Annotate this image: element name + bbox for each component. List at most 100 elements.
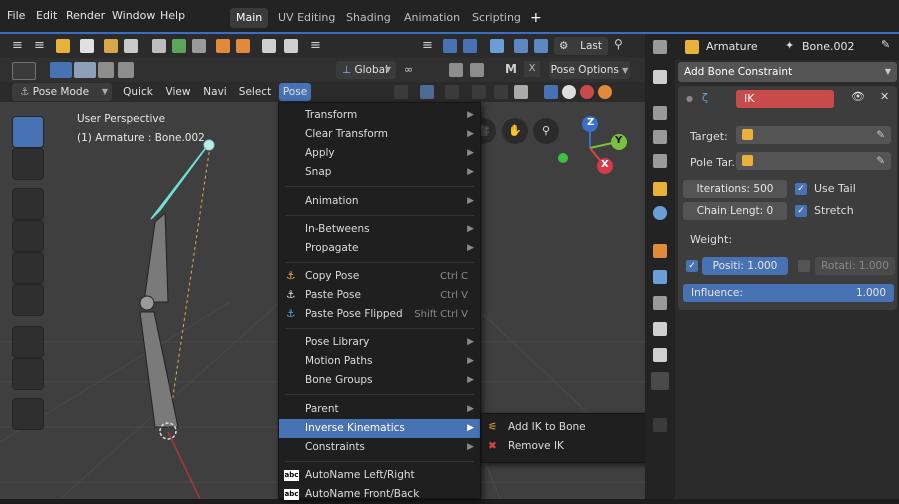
menu-select[interactable]: Select [234,83,276,101]
menu-item-constraints[interactable]: Constraints ▶ [279,438,480,457]
chain-length-field[interactable]: Chain Lengt: 0 [683,202,787,220]
eye-icon[interactable]: 👁 [851,90,865,103]
rendered-shading-icon[interactable] [580,85,594,99]
viewport-options-icon[interactable] [494,85,508,99]
add-bone-constraint-dropdown[interactable]: Add Bone Constraint ▼ [678,62,897,82]
menu-pose[interactable]: Pose [279,83,311,101]
bone-joint[interactable] [139,295,155,311]
constraint-tab-icon[interactable] [653,296,667,310]
pole-target-field[interactable]: ✎ [736,152,891,170]
data-tab-icon[interactable] [653,418,667,432]
select-box-icon[interactable] [12,62,36,80]
menu-item-pose-library[interactable]: Pose Library ▶ [279,333,480,352]
undo-icon[interactable] [216,39,230,53]
menu-item-snap[interactable]: Snap ▶ [279,163,480,182]
target-field[interactable]: ✎ [736,126,891,144]
tab-shading[interactable]: Shading [340,8,397,28]
relax-tool-icon[interactable] [12,398,44,430]
menu-item-copy-pose[interactable]: ⚓ Copy Pose Ctrl C [279,267,480,286]
view-layer-tab-icon[interactable] [653,154,667,168]
add-workspace-button[interactable]: + [524,8,548,28]
redo-icon[interactable] [236,39,250,53]
shading-options-icon[interactable] [598,85,612,99]
snap-target-icon[interactable] [470,63,484,77]
pose-options-dropdown[interactable]: Pose Options ▼ [549,61,630,79]
menu-item-animation[interactable]: Animation ▶ [279,192,480,211]
menu-view[interactable]: View [160,83,196,101]
pivot-point-icon[interactable]: ∞ [404,63,413,76]
export-icon[interactable] [192,39,206,53]
constraint-name-field[interactable]: IK [736,90,834,108]
mode-selector[interactable]: ⚓ Pose Mode ▼ [12,83,112,101]
bone-tip-handle[interactable] [203,139,215,151]
rotate-tool-icon[interactable] [12,220,44,252]
select-mode-icon[interactable] [50,62,72,78]
image-icon[interactable] [262,39,276,53]
menu-item-autoname-fb[interactable]: abc AutoName Front/Back [279,485,480,504]
menu-item-parent[interactable]: Parent ▶ [279,400,480,419]
close-icon[interactable]: ✕ [880,90,889,103]
transform-tool-icon[interactable] [12,284,44,316]
menu-quick[interactable]: Quick [118,83,158,101]
menu-item-clear-transform[interactable]: Clear Transform ▶ [279,125,480,144]
menu-help[interactable]: Help [160,9,185,22]
menu-navi[interactable]: Navi [198,83,232,101]
keyframe-icon-2[interactable] [463,39,477,53]
object-tab-icon[interactable] [653,244,667,258]
render-tab-icon[interactable] [653,106,667,120]
menu-item-apply[interactable]: Apply ▶ [279,144,480,163]
bone-lower[interactable] [139,311,179,428]
menu-item-bone-groups[interactable]: Bone Groups ▶ [279,371,480,390]
use-tail-checkbox[interactable]: ✓ [795,183,807,195]
mirror-m-icon[interactable]: M [505,62,517,76]
select-invert-icon[interactable] [118,62,134,78]
keyframe-icon[interactable] [443,39,457,53]
tool-tab-icon[interactable] [653,70,667,84]
layer-icon[interactable] [534,39,548,53]
bone-constraint-tab-icon[interactable] [651,372,669,390]
tab-uv-editing[interactable]: UV Editing [272,8,341,28]
bone-tab-icon[interactable] [653,348,667,362]
tab-animation[interactable]: Animation [398,8,466,28]
editor-type-icon[interactable] [653,40,667,54]
eyedropper-icon[interactable]: ✎ [876,126,885,144]
hamburger-icon-2[interactable]: ≡ [34,38,45,53]
position-weight-field[interactable]: Positi: 1.000 [702,257,788,275]
visibility-icon[interactable] [394,85,408,99]
hamburger-icon[interactable]: ≡ [12,38,23,53]
snap-icon[interactable] [449,63,463,77]
rotation-weight-field[interactable]: Rotati: 1.000 [815,257,895,275]
transform-orientation-dropdown[interactable]: ⊥ Global ▼ [336,61,396,79]
modifier-tab-icon[interactable] [653,270,667,284]
bone-upper[interactable] [143,211,169,303]
gizmo-neg-y-ball[interactable] [558,153,568,163]
zoom-icon[interactable]: ⚲ [533,118,559,144]
bone-selected[interactable] [150,144,209,220]
select-tool-icon[interactable] [12,116,44,148]
menu-item-propagate[interactable]: Propagate ▶ [279,239,480,258]
new-file-icon[interactable] [56,39,70,53]
scale-tool-icon[interactable] [12,252,44,284]
menu-item-motion-paths[interactable]: Motion Paths ▶ [279,352,480,371]
move-tool-icon[interactable] [12,188,44,220]
cursor-tool-icon[interactable] [12,148,44,180]
iterations-field[interactable]: Iterations: 500 [683,180,787,198]
position-weight-checkbox[interactable]: ✓ [686,260,698,272]
output-tab-icon[interactable] [653,130,667,144]
render-icon[interactable] [284,39,298,53]
select-subtract-icon[interactable] [98,62,114,78]
menu-item-remove-ik[interactable]: ✖ Remove IK [482,437,653,456]
pin-icon[interactable]: ✎ [881,38,890,51]
hand-pan-icon[interactable]: ✋ [502,118,528,144]
influence-slider[interactable]: Influence: 1.000 [683,284,894,302]
menu-item-paste-pose[interactable]: ⚓ Paste Pose Ctrl V [279,286,480,305]
tab-scripting[interactable]: Scripting [466,8,527,28]
armature-data-tab-icon[interactable] [653,322,667,336]
gizmo-toggle-icon[interactable] [420,85,434,99]
xray-icon[interactable] [472,85,486,99]
menu-item-add-ik[interactable]: ⚟ Add IK to Bone [482,418,653,437]
overlay-icon[interactable] [445,85,459,99]
annotate-tool-icon[interactable] [12,326,44,358]
measure-tool-icon[interactable] [12,358,44,390]
last-operator-button[interactable]: ⚙ Last [554,37,608,55]
